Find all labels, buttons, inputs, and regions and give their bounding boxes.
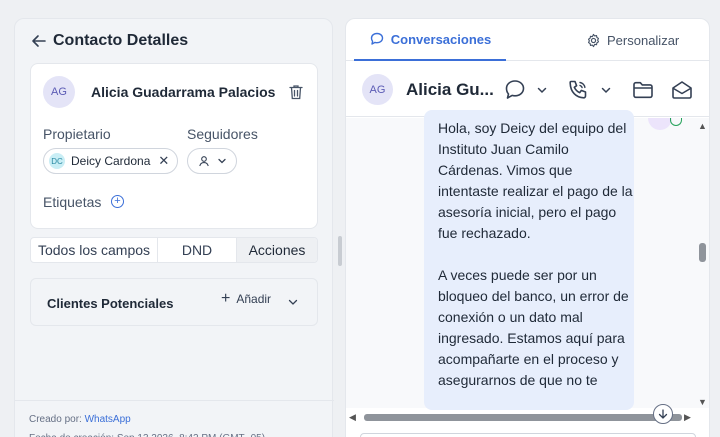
message-composer[interactable] (360, 433, 696, 437)
message-text: Hola, soy Deicy del equipo del Instituto… (438, 118, 633, 412)
conversation-panel: Conversaciones Personalizar AG Alicia Gu… (345, 18, 710, 437)
panel-header: Contacto Detalles (31, 32, 188, 50)
tab-customize-label: Personalizar (607, 32, 680, 48)
phone-icon[interactable] (565, 77, 591, 103)
whatsapp-icon (670, 118, 682, 126)
mail-icon[interactable] (669, 77, 695, 103)
tab-customize[interactable]: Personalizar (586, 19, 679, 61)
arrow-left-icon[interactable] (31, 33, 47, 49)
section-title: Clientes Potenciales (47, 296, 174, 311)
contact-details-panel: Contacto Detalles AG Alicia Guadarrama P… (14, 18, 334, 437)
contact-name: Alicia Guadarrama Palacios (91, 84, 276, 100)
conversation-header: AG Alicia Gu... (346, 62, 709, 117)
scroll-to-bottom-button[interactable] (653, 404, 673, 424)
tab-actions[interactable]: Acciones (237, 238, 317, 262)
avatar: AG (43, 76, 75, 108)
arrow-down-icon (658, 409, 668, 419)
page-title: Contacto Detalles (53, 32, 189, 49)
created-date: Fecha de creación: Sep 13 2026, 8:42 PM … (29, 429, 320, 437)
horizontal-scroll-thumb[interactable] (364, 414, 682, 421)
tab-conversations-label: Conversaciones (390, 31, 492, 47)
vertical-scrollbar[interactable] (699, 118, 709, 408)
tags-label: Etiquetas (43, 194, 102, 210)
created-by-link[interactable]: WhatsApp (85, 414, 131, 425)
scroll-left-icon[interactable]: ◀ (349, 412, 356, 423)
gear-icon (587, 33, 600, 47)
owner-chip[interactable]: DC Deicy Cardona ✕ (43, 148, 179, 174)
vertical-scroll-thumb[interactable] (699, 243, 706, 262)
add-label: Añadir (236, 292, 272, 306)
detail-tabs: Todos los campos DND Acciones (30, 237, 318, 263)
tab-dnd[interactable]: DND (158, 238, 237, 262)
scroll-down-icon[interactable]: ▼ (698, 397, 707, 407)
conversation-contact-name[interactable]: Alicia Gu... (406, 80, 494, 100)
close-icon[interactable]: ✕ (158, 153, 169, 169)
followers-dropdown[interactable] (187, 148, 237, 174)
message-thread[interactable]: Hola, soy Deicy del equipo del Instituto… (346, 110, 709, 410)
followers-label: Seguidores (187, 126, 258, 142)
chat-icon[interactable] (502, 77, 528, 103)
contact-card: AG Alicia Guadarrama Palacios Propietari… (30, 63, 318, 229)
leads-section[interactable]: Clientes Potenciales + Añadir (30, 278, 318, 326)
trash-icon[interactable] (287, 83, 305, 101)
scroll-up-icon[interactable]: ▲ (698, 121, 707, 131)
user-icon (198, 156, 209, 167)
chevron-down-icon (217, 158, 226, 164)
chat-bubble-icon (370, 32, 383, 45)
created-by-label: Creado por: (29, 414, 82, 425)
chevron-down-icon[interactable] (536, 84, 548, 96)
tab-conversations[interactable]: Conversaciones (354, 19, 506, 61)
plus-circle-icon[interactable]: + (111, 195, 124, 208)
owner-avatar: DC (49, 153, 65, 169)
record-meta: Creado por: WhatsApp Fecha de creación: … (15, 400, 334, 437)
avatar: AG (362, 74, 393, 105)
add-lead-button[interactable]: + Añadir (221, 290, 272, 307)
folder-icon[interactable] (630, 77, 656, 103)
message-paragraph: Hola, soy Deicy del equipo del Instituto… (438, 120, 633, 241)
owner-label: Propietario (43, 126, 111, 142)
tab-all-fields[interactable]: Todos los campos (31, 238, 158, 262)
message-paragraph: A veces puede ser por un bloqueo del ban… (438, 267, 629, 388)
panel-resize-handle[interactable] (338, 236, 342, 266)
scroll-right-icon[interactable]: ▶ (684, 412, 691, 423)
plus-icon: + (221, 290, 231, 307)
chevron-down-icon[interactable] (600, 84, 612, 96)
sender-avatar (648, 118, 672, 130)
owner-name: Deicy Cardona (71, 154, 151, 168)
conversation-tabs: Conversaciones Personalizar (346, 19, 709, 61)
chevron-down-icon[interactable] (287, 296, 299, 308)
